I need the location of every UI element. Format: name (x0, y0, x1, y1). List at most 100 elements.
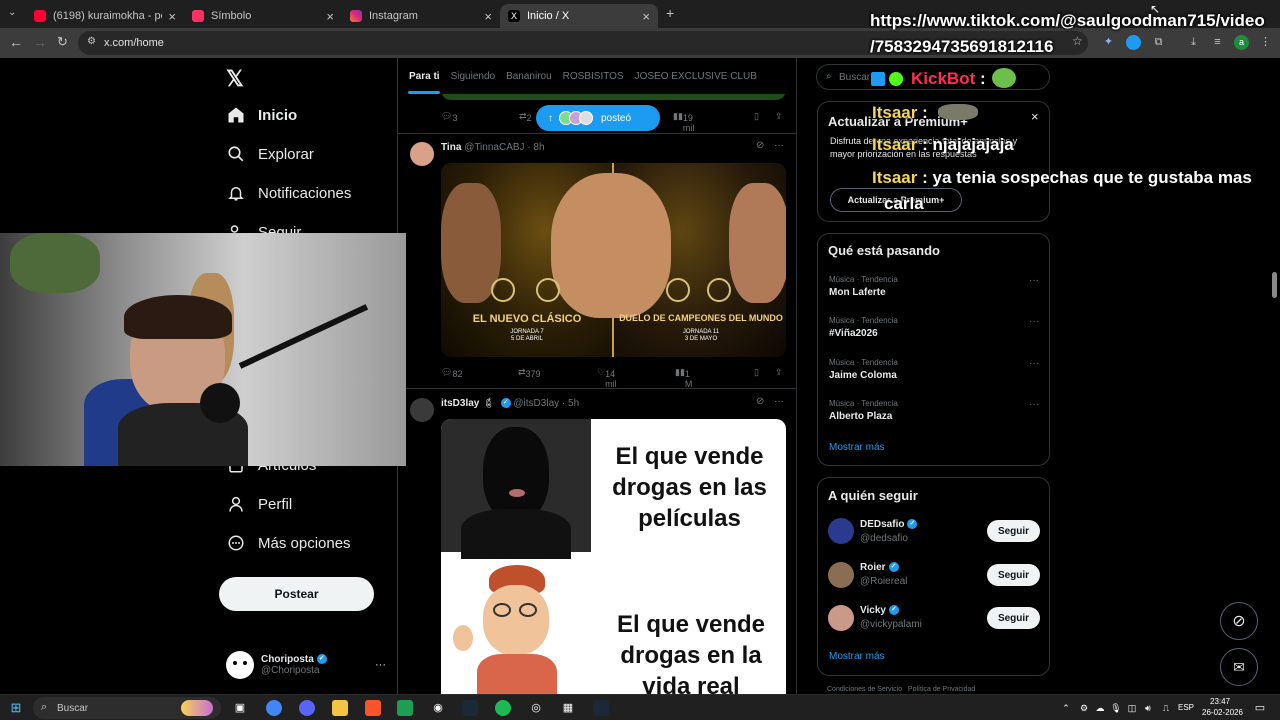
avatar[interactable] (828, 605, 854, 631)
grok-icon[interactable]: ⊘ (756, 396, 764, 407)
scrollbar-thumb[interactable] (1272, 272, 1277, 298)
browser-tab-instagram[interactable]: Instagram × (342, 4, 500, 28)
tab-siguiendo[interactable]: Siguiendo (451, 71, 495, 82)
mic-icon[interactable]: 🎙︎ (1108, 700, 1124, 716)
sidebar-item-explore[interactable]: Explorar (226, 144, 314, 164)
reply-button[interactable]: 💬︎ 3 (441, 111, 457, 123)
tab-joseo-exclusive-club[interactable]: JOSEO EXCLUSIVE CLUB (635, 71, 757, 82)
obs-icon[interactable]: ◉ (430, 700, 446, 716)
bookmark-icon[interactable]: ▯ (754, 111, 759, 122)
chevron-up-icon[interactable]: ⌃ (1058, 700, 1074, 716)
post-button[interactable]: Postear (219, 577, 374, 611)
new-posts-pill[interactable]: ↑ posteó (536, 105, 660, 131)
volume-icon[interactable]: 🔊︎ (1140, 700, 1156, 716)
bookmark-star-icon[interactable]: ☆ (1072, 34, 1083, 48)
share-icon[interactable]: ⇪ (775, 111, 783, 122)
share-icon[interactable]: ⇪ (775, 367, 783, 378)
download-icon[interactable]: ⤓ (1186, 35, 1201, 50)
bookmark-icon[interactable]: ▯ (754, 367, 759, 378)
file-explorer-icon[interactable] (332, 700, 348, 716)
discord-icon[interactable] (299, 700, 315, 716)
steam-icon[interactable] (462, 700, 478, 716)
follow-suggestion-name[interactable]: Vicky ✓ (860, 605, 899, 616)
language-indicator[interactable]: ESP (1178, 703, 1194, 712)
meme-image[interactable]: El que vende drogas en las películas El … (441, 419, 786, 694)
clock-date[interactable]: 26-02-2026 (1202, 708, 1243, 717)
trend-item[interactable]: Música · Tendencia #Viña2026 ··· (818, 313, 1051, 353)
avatar[interactable] (828, 562, 854, 588)
tweet-author-handle[interactable]: @itsD3lay (513, 398, 559, 409)
new-tab-button[interactable]: + (666, 5, 674, 21)
extensions-puzzle-icon[interactable]: ⧉ (1151, 35, 1166, 50)
tab-para-ti[interactable]: Para ti (409, 71, 440, 82)
footer-links[interactable]: Condiciones de Servicio Política de Priv… (827, 686, 975, 693)
tray-icon[interactable]: ◫ (1124, 700, 1140, 716)
taskbar-search[interactable]: ⌕ Buscar (33, 697, 221, 719)
like-button[interactable]: ♡ 14 mil (597, 367, 617, 389)
more-icon[interactable]: ··· (1029, 275, 1039, 286)
trend-item[interactable]: Música · Tendencia Alberto Plaza ··· (818, 395, 1051, 435)
grok-button[interactable]: ⊘ (1220, 602, 1258, 640)
tweet-author-name[interactable]: itsD3lay (441, 398, 479, 409)
tray-icon[interactable]: ⚙ (1076, 700, 1092, 716)
scrollbar[interactable] (1270, 60, 1278, 694)
browser-tab-youtube[interactable]: (6198) kuraimokha - potedex c × (26, 4, 184, 28)
follow-suggestion-name[interactable]: Roier ✓ (860, 562, 899, 573)
close-icon[interactable]: × (168, 9, 176, 24)
close-icon[interactable]: × (642, 9, 650, 24)
chrome-menu-icon[interactable]: ⋮ (1258, 35, 1273, 50)
more-icon[interactable]: ··· (774, 140, 784, 151)
more-icon[interactable]: ··· (774, 396, 784, 407)
avatar[interactable] (410, 142, 434, 166)
brave-icon[interactable] (365, 700, 381, 716)
account-switcher[interactable]: Choriposta ✓ @Choriposta ··· (226, 648, 386, 682)
retweet-button[interactable]: ⇄ 379 (518, 367, 541, 379)
tweet-time[interactable]: · 5h (562, 398, 579, 409)
browser-tab-x-active[interactable]: X Inicio / X × (500, 4, 658, 28)
grok-icon[interactable]: ⊘ (756, 140, 764, 151)
reply-button[interactable]: 💬︎ 82 (441, 367, 462, 379)
avatar[interactable] (410, 398, 434, 422)
more-icon[interactable]: ··· (375, 659, 386, 671)
show-more-link[interactable]: Mostrar más (829, 442, 885, 453)
forward-icon[interactable]: → (33, 34, 47, 50)
store-icon[interactable] (397, 700, 413, 716)
network-icon[interactable]: ⎍ (1158, 700, 1174, 716)
follow-button[interactable]: Seguir (987, 520, 1040, 542)
show-more-link[interactable]: Mostrar más (829, 651, 885, 662)
tab-bananirou[interactable]: Bananirou (506, 71, 552, 82)
tweet-author-handle[interactable]: @TinnaCABJ (464, 142, 524, 153)
profile-avatar-icon[interactable]: a (1234, 35, 1249, 50)
back-icon[interactable]: ← (9, 34, 23, 50)
trend-item[interactable]: Música · Tendencia Mon Laferte ··· (818, 272, 1051, 312)
follow-button[interactable]: Seguir (987, 607, 1040, 629)
messages-button[interactable]: ✉ (1220, 648, 1258, 686)
retweet-button[interactable]: ⇄ 2 (519, 111, 532, 123)
tweet-time[interactable]: · 8h (527, 142, 544, 153)
app-icon[interactable]: ◎ (528, 700, 544, 716)
sidebar-item-profile[interactable]: Perfil (226, 494, 292, 514)
tweet-image[interactable]: EL NUEVO CLÁSICO JORNADA 7 5 DE ABRIL DU… (441, 163, 786, 357)
close-icon[interactable]: × (484, 9, 492, 24)
browser-tab-simbolo[interactable]: Símbolo × (184, 4, 342, 28)
clock-time[interactable]: 23:47 (1210, 697, 1230, 706)
sidebar-item-home[interactable]: Inicio (226, 105, 297, 125)
site-info-icon[interactable]: ⚙ (87, 36, 96, 47)
sidebar-item-more[interactable]: Más opciones (226, 533, 351, 553)
avatar[interactable] (828, 518, 854, 544)
steam-icon[interactable] (593, 700, 609, 716)
more-icon[interactable]: ··· (1029, 358, 1039, 369)
windows-start-icon[interactable]: ⊞ (8, 700, 24, 716)
onedrive-icon[interactable]: ☁ (1092, 700, 1108, 716)
more-icon[interactable]: ··· (1029, 316, 1039, 327)
task-view-icon[interactable]: ▣ (232, 700, 248, 716)
trend-item[interactable]: Música · Tendencia Jaime Coloma ··· (818, 354, 1051, 394)
extension-icon[interactable]: ✦ (1101, 35, 1116, 50)
reload-icon[interactable]: ↻ (57, 34, 68, 50)
views-button[interactable]: ▮▮ 1 M (675, 367, 692, 389)
follow-button[interactable]: Seguir (987, 564, 1040, 586)
tab-rosbisitos[interactable]: ROSBISITOS (563, 71, 624, 82)
views-button[interactable]: ▮▮ 19 mil (673, 111, 694, 133)
tab-search-icon[interactable]: ⌄ (8, 7, 16, 18)
more-icon[interactable]: ··· (1029, 399, 1039, 410)
